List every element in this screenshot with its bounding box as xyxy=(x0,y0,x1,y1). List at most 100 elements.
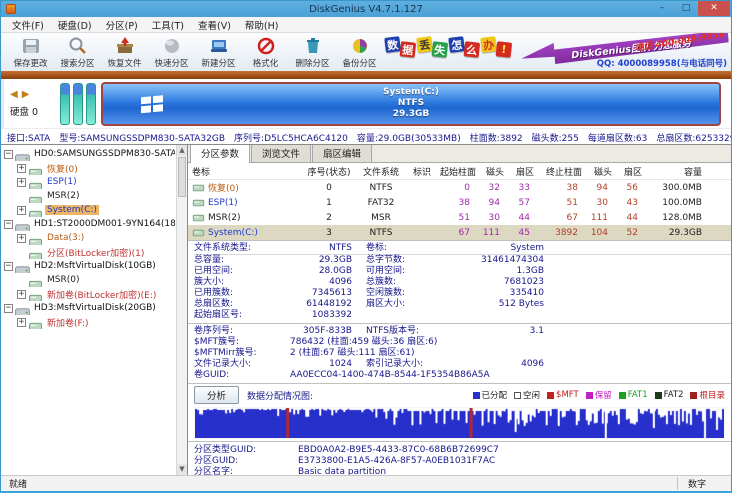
toolbar-backup-partition-button[interactable]: 备份分区 xyxy=(336,33,383,71)
windows-logo-icon xyxy=(141,95,163,112)
disk-icon xyxy=(15,261,30,272)
disk-info-line: 接口:SATA型号:SAMSUNGSSDPM830-SATA32GB序列号:D5… xyxy=(1,128,731,144)
expander-icon[interactable]: + xyxy=(17,234,26,243)
detail-label: 起始扇区号: xyxy=(194,310,290,321)
disk-navigator: ◀▶ 硬盘 0 xyxy=(10,89,60,118)
allocation-map xyxy=(194,407,725,439)
tree-item[interactable]: +恢复(0) xyxy=(1,161,175,175)
tree-item-label: HD2:MsftVirtualDisk(10GB) xyxy=(32,261,158,271)
menu-item-1[interactable]: 硬盘(D) xyxy=(51,17,99,33)
disk-icon xyxy=(15,149,30,160)
menu-item-0[interactable]: 文件(F) xyxy=(5,17,51,33)
toolbar-button-label: 备份分区 xyxy=(342,57,376,69)
small-partition-bar[interactable] xyxy=(86,83,96,125)
expander-icon[interactable]: − xyxy=(4,220,13,229)
expander-icon[interactable]: + xyxy=(17,290,26,299)
tree-item[interactable]: MSR(0) xyxy=(1,273,175,287)
expander-icon[interactable]: − xyxy=(4,304,13,313)
detail-label xyxy=(352,310,456,321)
tree-item-label: 分区(BitLocker加密)(1) xyxy=(45,246,146,259)
toolbar-button-label: 恢复文件 xyxy=(107,57,141,69)
tree-item[interactable]: +Data(3:) xyxy=(1,231,175,245)
detail-value: 1024 xyxy=(290,359,352,370)
ad-qq-text: QQ: 4000089958(与电话同号) xyxy=(597,57,727,69)
scroll-up-icon[interactable]: ▲ xyxy=(177,145,187,156)
tree-item[interactable]: +新加卷(BitLocker加密)(E:) xyxy=(1,287,175,301)
small-partition-bar[interactable] xyxy=(60,83,70,125)
ad-banner[interactable]: 数据丢失怎么办! DiskGenius团队 为您服务 电话 400-008-90… xyxy=(383,33,731,71)
detail-label: 扇区大小: xyxy=(352,299,456,310)
legend-swatch xyxy=(473,392,480,399)
tree-item[interactable]: −HD1:ST2000DM001-9YN164(1863GB) xyxy=(1,217,175,231)
partition-icon xyxy=(192,228,205,238)
main-split: −HD0:SAMSUNGSSDPM830-SATA32GB(3+恢复(0)+ES… xyxy=(1,144,731,475)
tree-item[interactable]: −HD3:MsftVirtualDisk(20GB) xyxy=(1,301,175,315)
start-chs-cell: 33 xyxy=(510,183,540,193)
expander-icon[interactable]: + xyxy=(17,206,26,215)
menu-item-5[interactable]: 帮助(H) xyxy=(238,17,286,33)
toolbar-buttons: 保存更改搜索分区恢复文件快速分区新建分区格式化删除分区备份分区 xyxy=(7,33,383,71)
selected-partition-bar[interactable]: System(C:) NTFS 29.3GB xyxy=(101,82,721,126)
end-chs-cell: 52 xyxy=(618,228,648,238)
tree-item[interactable]: +ESP(1) xyxy=(1,175,175,189)
toolbar-button-label: 格式化 xyxy=(253,57,279,69)
menu-item-4[interactable]: 查看(V) xyxy=(191,17,238,33)
expander-icon[interactable]: − xyxy=(4,150,13,159)
guid-value: Basic data partition xyxy=(298,467,731,475)
toolbar-delete-partition-button[interactable]: 删除分区 xyxy=(289,33,336,71)
new-partition-icon xyxy=(209,36,229,56)
small-partition-bar[interactable] xyxy=(73,83,83,125)
detail-label: 卷序列号: xyxy=(194,326,290,337)
tab-1[interactable]: 浏览文件 xyxy=(251,144,311,162)
recover-files-icon xyxy=(115,36,135,56)
menu-item-3[interactable]: 工具(T) xyxy=(145,17,191,33)
diskgenius-window: DiskGenius V4.7.1.127 –□✕ 文件(F)硬盘(D)分区(P… xyxy=(0,0,732,493)
menu-item-2[interactable]: 分区(P) xyxy=(99,17,145,33)
minimize-button[interactable]: – xyxy=(650,1,674,16)
toolbar-format-button[interactable]: 格式化 xyxy=(242,33,289,71)
disk-nav-arrows[interactable]: ◀▶ xyxy=(10,89,60,100)
toolbar-button-label: 保存更改 xyxy=(13,57,47,69)
partition-row[interactable]: MSR(2)2MSR5130446711144128.0MB xyxy=(188,210,731,225)
analyze-button[interactable]: 分析 xyxy=(194,386,239,404)
toolbar-recover-files-button[interactable]: 恢复文件 xyxy=(101,33,148,71)
tree-item[interactable]: − HD2:MsftVirtualDisk(10GB) xyxy=(1,259,175,273)
save-icon xyxy=(21,36,41,56)
tab-2[interactable]: 扇区编辑 xyxy=(312,144,372,162)
expander-icon[interactable]: + xyxy=(17,164,26,173)
toolbar-search-button[interactable]: 搜索分区 xyxy=(54,33,101,71)
expander-icon[interactable]: + xyxy=(17,178,26,187)
column-header: 终止柱面 xyxy=(540,165,588,178)
detail-value: NTFS xyxy=(290,243,352,254)
close-button[interactable]: ✕ xyxy=(698,1,730,16)
partition-cell: 3 xyxy=(304,228,354,238)
partition-name: System(C:) xyxy=(208,228,258,238)
scroll-down-icon[interactable]: ▼ xyxy=(177,464,187,475)
tree-item[interactable]: +System(C:) xyxy=(1,203,175,217)
detail-label: 卷GUID: xyxy=(194,370,290,381)
partition-row[interactable]: System(C:)3NTFS671114538921045229.3GB xyxy=(188,225,731,240)
delete-partition-icon xyxy=(303,36,323,56)
toolbar-new-partition-button[interactable]: 新建分区 xyxy=(195,33,242,71)
disk-info-segment: 总扇区数:62533296 xyxy=(656,134,731,144)
backup-partition-icon xyxy=(350,36,370,56)
tab-0[interactable]: 分区参数 xyxy=(190,144,250,163)
tree-item[interactable]: −HD0:SAMSUNGSSDPM830-SATA32GB(3 xyxy=(1,147,175,161)
toolbar-quick-partition-button[interactable]: 快速分区 xyxy=(148,33,195,71)
end-chs-cell: 38 xyxy=(540,183,588,193)
legend-swatch xyxy=(586,392,593,399)
expander-icon[interactable]: + xyxy=(17,318,26,327)
tree-item[interactable]: +新加卷(F:) xyxy=(1,315,175,329)
tree-item[interactable]: 分区(BitLocker加密)(1) xyxy=(1,245,175,259)
scrollbar-thumb[interactable] xyxy=(178,157,186,197)
disk-info-segment: 接口:SATA xyxy=(7,134,50,144)
partition-row[interactable]: 恢复(0)0NTFS03233389456300.0MB xyxy=(188,180,731,195)
tree-scrollbar[interactable]: ▲ ▼ xyxy=(176,145,187,475)
maximize-button[interactable]: □ xyxy=(674,1,698,16)
tree-item[interactable]: MSR(2) xyxy=(1,189,175,203)
partition-row[interactable]: ESP(1)1FAT32389457513043100.0MB xyxy=(188,195,731,210)
toolbar-save-button[interactable]: 保存更改 xyxy=(7,33,54,71)
legend-item: 空闲 xyxy=(514,389,540,401)
expander-icon[interactable]: − xyxy=(4,262,13,271)
detail-value: 1.3GB xyxy=(456,266,544,277)
